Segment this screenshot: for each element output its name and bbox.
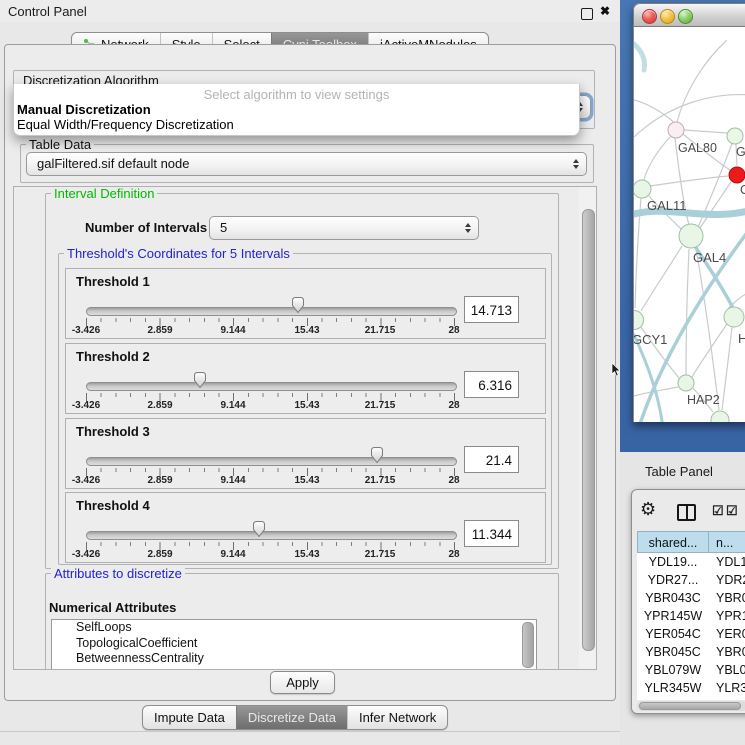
node-label-hap2: HAP2 [687,393,720,407]
dropdown-option-manual[interactable]: Manual Discretization [17,102,151,117]
app-root: Control Panel ✖ Network Style Select Cyn… [0,0,745,745]
dropdown-option-equal-width[interactable]: Equal Width/Frequency Discretization [17,117,234,132]
combo-arrows-icon [573,159,579,169]
slider-handle[interactable] [251,520,267,538]
table-row[interactable]: YDR27...YDR2 [637,571,745,589]
threshold-3-slider[interactable] [86,457,457,466]
slider-handle[interactable] [369,446,385,464]
column-layout-icon[interactable] [677,504,696,521]
node-gal80[interactable] [668,122,684,138]
threshold-label: Threshold 4 [76,498,150,513]
table-panel-title: Table Panel [645,464,713,479]
table-horizontal-scrollbar[interactable] [637,701,745,711]
network-window-titlebar[interactable] [633,3,745,27]
interval-definition-title: Interval Definition [51,186,157,201]
table-row[interactable]: YBR045CYBR0 [637,643,745,661]
numerical-attributes-list: SelfLoops TopologicalCoefficient Between… [51,619,537,670]
zoom-traffic-light[interactable] [678,9,693,24]
node-label-gal4: GAL4 [693,250,726,265]
list-item[interactable]: BetweennessCentrality [52,651,536,667]
threshold-4-slider[interactable] [86,531,457,540]
table-row[interactable]: YBL079WYBL0 [637,661,745,679]
threshold-3-panel: Threshold 3 -3.4262.8599.14415.4321.7152… [65,418,546,489]
slider-handle[interactable] [290,296,306,314]
cyni-bottom-tabs: Impute Data Discretize Data Infer Networ… [142,705,448,730]
table-row[interactable]: YBR043CYBR0 [637,589,745,607]
column-header-name[interactable]: n... [709,531,745,553]
node-top-right[interactable] [727,128,743,144]
node-hap2[interactable] [678,375,694,391]
node-label-clipped-h: H [738,331,745,346]
checkbox-checked-icon[interactable]: ☑ [712,503,724,519]
float-window-icon[interactable] [581,8,593,20]
list-item[interactable]: TopologicalCoefficient [52,636,536,652]
panel-title: Control Panel [8,4,87,19]
apply-button[interactable]: Apply [270,671,335,694]
control-panel-titlebar: Control Panel ✖ [0,0,620,22]
network-canvas[interactable]: GAL80 GA C GAL11 GAL4 GCY1 H HAP2 [633,27,745,422]
table-hscrollbar-thumb[interactable] [639,702,741,710]
table-row[interactable]: YPR145WYPR1 [637,607,745,625]
threshold-2-panel: Threshold 2 -3.4262.8599.14415.4321.7152… [65,343,546,414]
threshold-2-value-field[interactable]: 6.316 [464,371,519,398]
node-label-gal80: GAL80 [678,141,717,155]
threshold-label: Threshold 1 [76,274,150,289]
node-attribute-table: shared... n... YDL19...YDL1 YDR27...YDR2… [637,531,745,700]
node-label-clipped-red: C [740,183,745,197]
dock-bottom-divider [0,731,620,732]
threshold-label: Threshold 2 [76,349,150,364]
gear-icon[interactable]: ⚙ [640,499,656,520]
node-right-h[interactable] [724,307,744,327]
numerical-attributes-heading: Numerical Attributes [49,600,176,615]
node-gal11[interactable] [634,180,651,198]
thresholds-group-title: Threshold's Coordinates for 5 Intervals [64,246,293,261]
table-data-title: Table Data [26,137,94,152]
checkbox-checked-icon[interactable]: ☑ [726,503,738,519]
viewport-scrollbar-thumb[interactable] [582,209,595,651]
network-graph[interactable]: GAL80 GA C GAL11 GAL4 GCY1 H HAP2 [634,27,745,422]
threshold-2-slider[interactable] [86,382,457,391]
threshold-label: Threshold 3 [76,424,150,439]
table-header-row: shared... n... [637,531,745,553]
table-panel-window: ⚙ ☑ ☑ shared... n... YDL19...YDL1 YDR27.… [631,489,745,714]
settings-scroll-viewport: Interval Definition Number of Intervals … [13,186,581,670]
viewport-scrollbar[interactable] [579,186,597,670]
threshold-1-slider[interactable] [86,307,457,316]
table-row[interactable]: YDL19...YDL1 [637,553,745,571]
minimize-traffic-light[interactable] [660,9,675,24]
threshold-1-panel: Threshold 1 -3.4262.8599.14415.4321.7152… [65,268,546,339]
threshold-3-value-field[interactable]: 21.4 [464,446,519,473]
attributes-group-title: Attributes to discretize [51,566,185,581]
column-header-shared-name[interactable]: shared... [637,531,709,553]
table-data-combobox[interactable]: galFiltered.sif default node [26,152,587,176]
number-of-intervals-label: Number of Intervals [85,220,207,235]
node-red-selected[interactable] [729,167,745,183]
number-of-intervals-combobox[interactable]: 5 [209,216,479,240]
threshold-1-value-field[interactable]: 14.713 [464,296,519,323]
threshold-4-value-field[interactable]: 11.344 [464,520,519,547]
slider-handle[interactable] [192,371,208,389]
node-label-clipped-right: GA [736,145,745,159]
node-gcy1[interactable] [634,311,644,330]
table-row[interactable]: YLR345WYLR3 [637,679,745,697]
dropdown-placeholder-item: Select algorithm to view settings [14,87,579,102]
list-scrollbar-thumb[interactable] [522,622,534,668]
tab-impute-data[interactable]: Impute Data [143,706,236,729]
network-view-window: GAL80 GA C GAL11 GAL4 GCY1 H HAP2 [633,3,745,422]
node-label-gal11: GAL11 [647,198,687,213]
close-icon[interactable]: ✖ [600,4,610,18]
table-row[interactable]: YIL052CYIL0 [637,697,745,700]
list-item[interactable]: SelfLoops [52,620,536,636]
close-traffic-light[interactable] [642,9,657,24]
node-label-gcy1: GCY1 [634,332,667,347]
tab-infer-network[interactable]: Infer Network [347,706,447,729]
node-bottom[interactable] [711,411,729,422]
node-gal4[interactable] [679,224,703,248]
table-row[interactable]: YER054CYER0 [637,625,745,643]
threshold-4-panel: Threshold 4 -3.4262.8599.14415.4321.7152… [65,492,546,563]
algorithm-dropdown-popup: Select algorithm to view settings Manual… [13,84,580,136]
table-rows: YDL19...YDL1 YDR27...YDR2 YBR043CYBR0 YP… [637,553,745,700]
tab-discretize-data[interactable]: Discretize Data [236,706,347,729]
combo-arrows-icon [465,223,471,233]
